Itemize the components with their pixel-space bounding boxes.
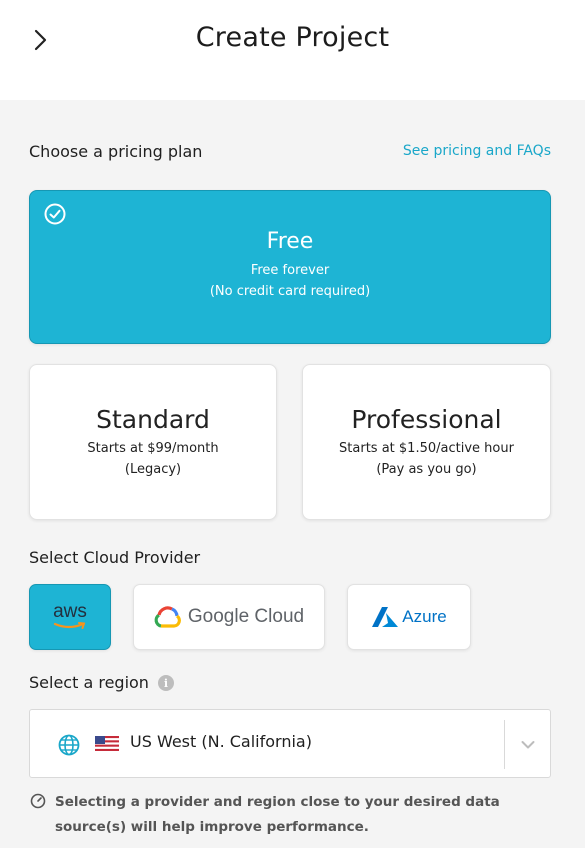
region-hint-text: Selecting a provider and region close to… [55,794,500,835]
globe-icon [58,734,80,756]
plan-name: Standard [96,405,210,434]
pricing-plan-label: Choose a pricing plan [29,142,203,161]
google-cloud-label: Google Cloud [187,606,305,627]
google-cloud-icon [154,606,181,628]
azure-label: Azure [402,607,447,626]
plan-card-standard[interactable]: Standard Starts at $99/month (Legacy) [29,364,277,520]
aws-logo: aws [50,602,90,632]
region-value: US West (N. California) [130,732,312,751]
gauge-icon [30,793,46,809]
provider-google-cloud-button[interactable]: Google Cloud [133,584,325,650]
page-title: Create Project [195,22,390,53]
info-icon[interactable]: i [158,675,174,691]
provider-azure-button[interactable]: Azure [347,584,471,650]
pricing-faq-link[interactable]: See pricing and FAQs [403,143,551,159]
cloud-provider-label: Select Cloud Provider [29,548,201,567]
plan-card-free[interactable]: Free Free forever (No credit card requir… [29,190,551,344]
us-flag-icon [95,736,119,751]
plan-note: (No credit card required) [209,284,371,299]
aws-smile-icon [53,622,86,629]
plan-description: Starts at $99/month [87,441,219,456]
plan-note: (Legacy) [124,462,182,477]
azure-icon [372,607,399,627]
region-label: Select a region [29,673,149,692]
plan-name: Free [266,229,314,254]
check-circle-icon [44,203,66,225]
select-divider [504,720,505,769]
plan-note: (Pay as you go) [376,462,477,477]
page-header: Create Project [0,0,585,100]
plan-name: Professional [351,405,502,434]
provider-aws-button[interactable]: aws [29,584,111,650]
plan-card-professional[interactable]: Professional Starts at $1.50/active hour… [302,364,551,520]
plan-description: Free forever [250,263,330,278]
region-select[interactable]: US West (N. California) [29,709,551,778]
plan-description: Starts at $1.50/active hour [339,441,514,456]
chevron-down-icon[interactable] [521,740,535,750]
